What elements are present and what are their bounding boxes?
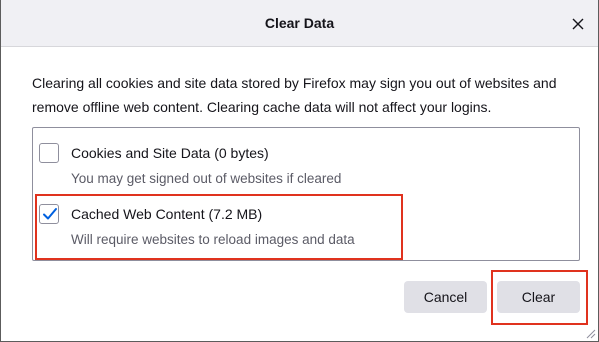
options-box: Cookies and Site Data (0 bytes) You may … [32, 127, 580, 261]
cache-description: Will require websites to reload images a… [71, 232, 355, 247]
dialog-description: Clearing all cookies and site data store… [32, 75, 557, 115]
clear-data-dialog: Clear Data Clearing all cookies and site… [0, 0, 599, 342]
close-icon [572, 18, 584, 30]
dialog-titlebar: Clear Data [1, 0, 598, 47]
cache-label[interactable]: Cached Web Content (7.2 MB) [71, 206, 262, 223]
checkmark-icon [43, 208, 57, 220]
dialog-title: Clear Data [264, 15, 335, 31]
clear-button[interactable]: Clear [497, 281, 580, 313]
cancel-button[interactable]: Cancel [404, 281, 487, 313]
cookies-label[interactable]: Cookies and Site Data (0 bytes) [71, 145, 269, 162]
cache-checkbox[interactable] [39, 204, 59, 224]
close-button[interactable] [566, 12, 590, 36]
cookies-checkbox[interactable] [39, 143, 59, 163]
cookies-description: You may get signed out of websites if cl… [71, 171, 342, 186]
resize-grip-icon[interactable] [584, 327, 596, 339]
